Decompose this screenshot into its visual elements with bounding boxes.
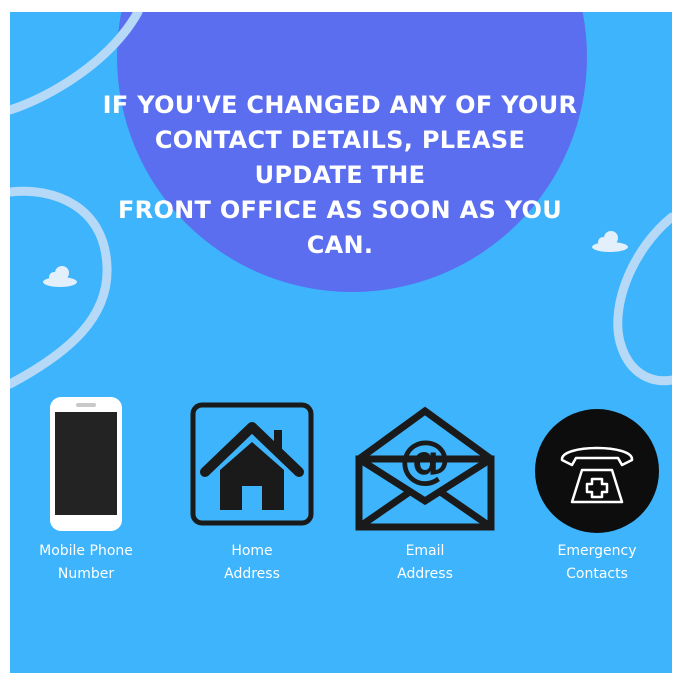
headline-line-1: IF YOU'VE CHANGED ANY OF YOUR	[102, 91, 578, 119]
mobile-phone-icon	[50, 397, 122, 531]
swoosh-right	[613, 212, 672, 386]
label-emergency-contacts-line-1: Emergency	[557, 543, 637, 559]
headline-line-2: CONTACT DETAILS, PLEASE UPDATE THE	[154, 126, 526, 189]
label-email-address: Email Address	[350, 540, 500, 586]
label-email-address-line-2: Address	[397, 566, 453, 582]
label-home-address: Home Address	[177, 540, 327, 586]
label-emergency-contacts: Emergency Contacts	[522, 540, 672, 586]
label-email-address-line-1: Email	[405, 543, 445, 559]
svg-text:@: @	[399, 430, 451, 490]
cloud-right-icon	[592, 231, 628, 252]
label-mobile-phone-line-2: Number	[57, 566, 115, 582]
headline-line-3: FRONT OFFICE AS SOON AS YOU CAN.	[117, 196, 563, 259]
label-emergency-contacts-line-2: Contacts	[566, 566, 628, 582]
label-mobile-phone-line-1: Mobile Phone	[39, 543, 133, 559]
home-icon	[190, 402, 314, 526]
label-home-address-line-1: Home	[231, 543, 273, 559]
telephone-icon	[535, 409, 659, 533]
headline: IF YOU'VE CHANGED ANY OF YOUR CONTACT DE…	[100, 88, 580, 263]
label-mobile-phone: Mobile Phone Number	[11, 540, 161, 586]
contact-update-poster: IF YOU'VE CHANGED ANY OF YOUR CONTACT DE…	[10, 12, 672, 673]
email-icon: @	[355, 406, 495, 531]
swoosh-left	[10, 186, 112, 389]
cloud-left-icon	[43, 266, 77, 287]
label-home-address-line-2: Address	[224, 566, 280, 582]
